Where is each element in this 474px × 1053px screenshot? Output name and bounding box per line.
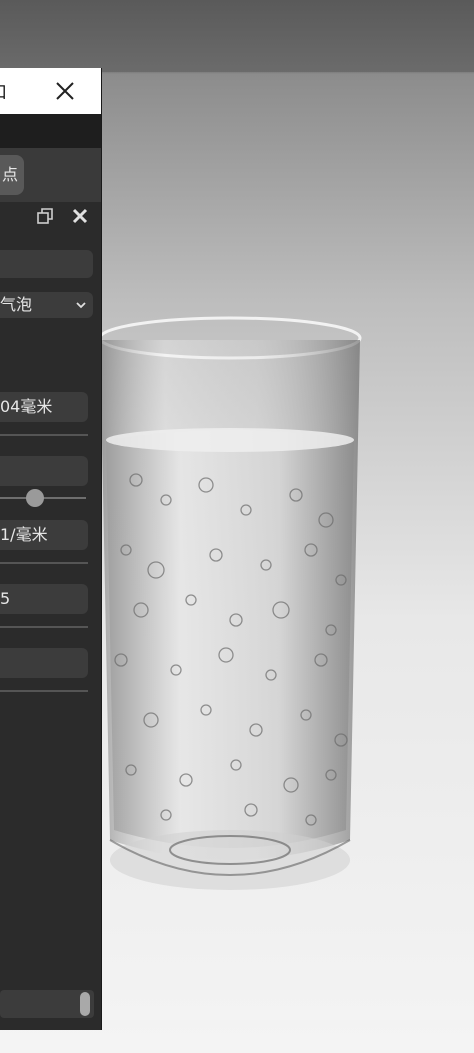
count-value: 5 xyxy=(0,589,11,608)
density-value: 1/毫米 xyxy=(0,525,48,544)
panel-menubar xyxy=(0,114,101,148)
divider xyxy=(0,690,88,692)
amount-input[interactable] xyxy=(0,456,88,486)
panel-tabbar: 点 xyxy=(0,148,101,202)
tab-active[interactable]: 点 xyxy=(0,155,24,195)
extra-input[interactable] xyxy=(0,648,88,678)
divider xyxy=(0,626,88,628)
panel-titlebar: 口 xyxy=(0,68,101,114)
divider xyxy=(0,434,88,436)
size-input[interactable]: 04毫米 xyxy=(0,392,88,422)
count-input[interactable]: 5 xyxy=(0,584,88,614)
glass-render-image xyxy=(98,316,362,890)
dropdown-value: 气泡 xyxy=(0,295,33,314)
close-icon[interactable] xyxy=(52,78,78,104)
type-dropdown[interactable]: 气泡 xyxy=(0,292,93,318)
density-input[interactable]: 1/毫米 xyxy=(0,520,88,550)
chevron-down-icon xyxy=(76,302,86,309)
scrollbar-thumb[interactable] xyxy=(80,992,90,1016)
close-icon[interactable] xyxy=(70,206,90,226)
viewport-top-bar xyxy=(0,0,474,72)
properties-panel: 口 点 气泡 04毫米 1/毫米 5 xyxy=(0,68,102,1030)
float-window-icon[interactable] xyxy=(36,207,54,225)
slider-handle[interactable] xyxy=(26,489,44,507)
size-value: 04毫米 xyxy=(0,397,53,416)
name-input[interactable] xyxy=(0,250,93,278)
divider xyxy=(0,562,88,564)
panel-title: 口 xyxy=(0,78,7,103)
sub-panel-header xyxy=(0,202,101,232)
